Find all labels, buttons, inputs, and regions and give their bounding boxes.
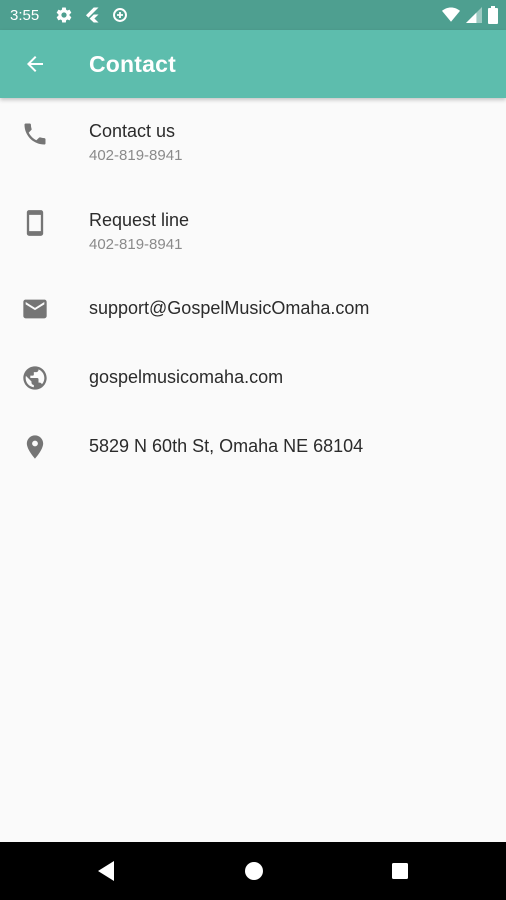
navigation-bar <box>0 842 506 900</box>
contact-label: Contact us <box>89 121 176 141</box>
nav-recents-button[interactable] <box>370 842 430 900</box>
nav-home-icon <box>245 862 263 880</box>
contact-item-request-line[interactable]: Request line 402-819-8941 <box>0 187 506 276</box>
back-button[interactable] <box>11 40 59 88</box>
contact-list: Contact us 402-819-8941 Request line 402… <box>0 98 506 483</box>
contact-label: Request line <box>89 210 190 230</box>
smartphone-icon <box>26 210 44 236</box>
nav-back-icon <box>98 861 114 881</box>
globe-icon <box>23 366 47 390</box>
status-bar: 3:55 <box>0 0 506 30</box>
contact-item-website[interactable]: gospelmusicomaha.com <box>0 345 506 414</box>
contact-email: support@GospelMusicOmaha.com <box>89 298 370 318</box>
arrow-back-icon <box>27 56 43 72</box>
contact-item-email[interactable]: support@GospelMusicOmaha.com <box>0 276 506 345</box>
battery-icon <box>488 6 498 24</box>
contact-item-phone[interactable]: Contact us 402-819-8941 <box>0 98 506 187</box>
contact-website: gospelmusicomaha.com <box>89 367 284 387</box>
contact-item-address[interactable]: 5829 N 60th St, Omaha NE 68104 <box>0 414 506 483</box>
contact-phone-number: 402-819-8941 <box>89 147 183 164</box>
data-saver-icon <box>113 8 128 22</box>
nav-recents-icon <box>392 863 408 879</box>
status-time: 3:55 <box>10 6 40 24</box>
nav-home-button[interactable] <box>224 842 284 900</box>
contact-address: 5829 N 60th St, Omaha NE 68104 <box>89 436 364 456</box>
contact-phone-number: 402-819-8941 <box>89 236 183 253</box>
page-title: Contact <box>89 50 177 77</box>
email-icon <box>23 299 47 319</box>
flutter-icon <box>86 7 99 23</box>
settings-icon <box>56 7 72 23</box>
wifi-icon <box>442 7 460 22</box>
cell-signal-icon <box>466 7 482 23</box>
app-bar: Contact <box>0 30 506 98</box>
location-pin-icon <box>26 435 44 459</box>
nav-back-button[interactable] <box>76 842 136 900</box>
phone-icon <box>24 123 46 145</box>
